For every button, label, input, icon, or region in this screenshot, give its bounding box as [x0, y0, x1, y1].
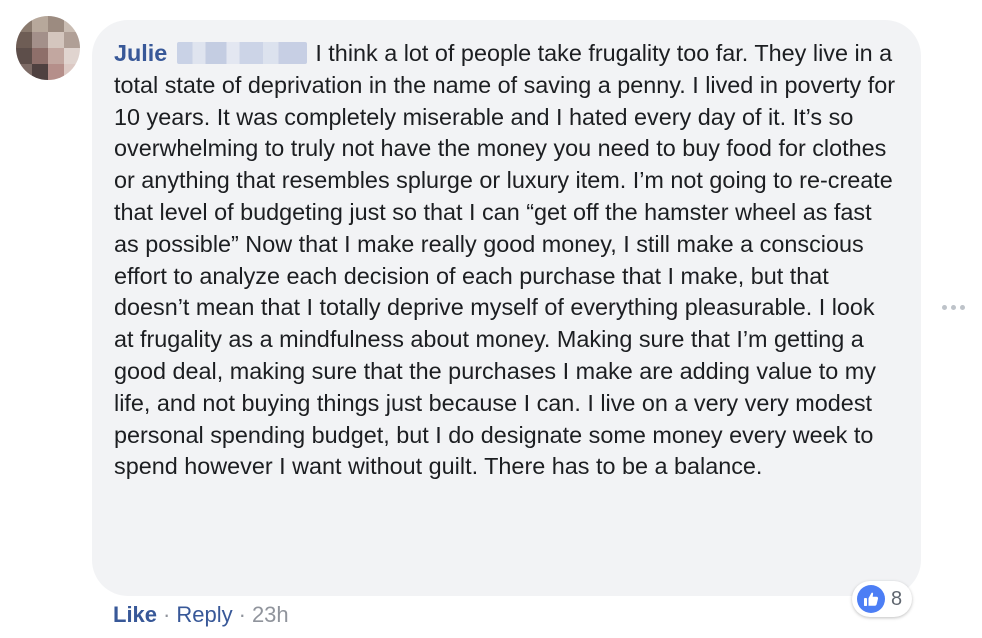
reaction-count: 8: [891, 587, 903, 610]
like-button[interactable]: Like: [113, 602, 157, 627]
separator: ·: [163, 602, 171, 627]
like-icon: [857, 585, 885, 613]
comment-body: I think a lot of people take frugality t…: [114, 40, 896, 480]
redacted-surname: [177, 42, 308, 64]
comment-text: Julie I think a lot of people take frugal…: [114, 38, 899, 483]
comment: Julie I think a lot of people take frugal…: [0, 0, 982, 638]
separator: ·: [238, 602, 246, 627]
reply-button[interactable]: Reply: [176, 602, 232, 627]
comment-actions: Like · Reply · 23h: [113, 600, 289, 630]
author-name[interactable]: Julie: [114, 40, 167, 66]
more-options-icon[interactable]: [942, 301, 972, 313]
reaction-summary[interactable]: 8: [852, 581, 913, 617]
timestamp[interactable]: 23h: [252, 602, 289, 627]
avatar[interactable]: [16, 16, 80, 80]
comment-bubble: Julie I think a lot of people take frugal…: [92, 20, 921, 596]
